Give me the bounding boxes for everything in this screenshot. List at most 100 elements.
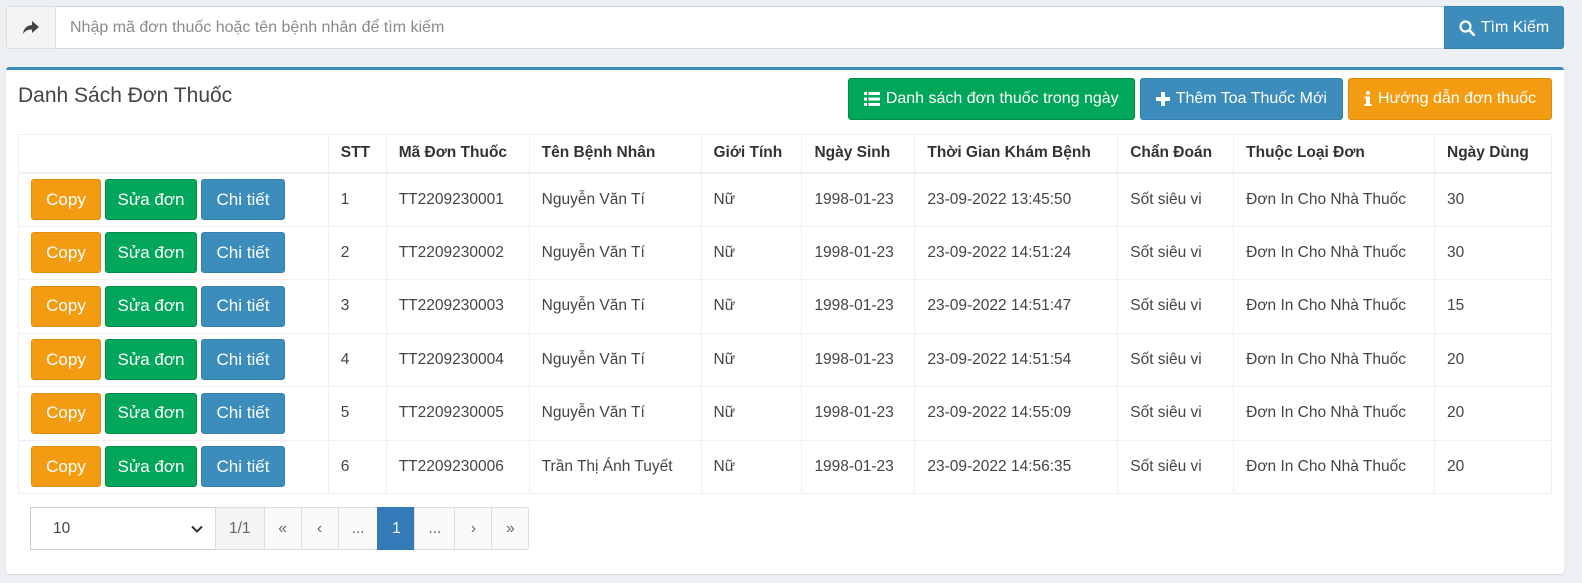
cell-exam-time: 23-09-2022 13:45:50 xyxy=(914,172,1119,227)
cell-stt: 2 xyxy=(327,225,387,280)
column-header-gender: Giới Tính xyxy=(700,134,803,174)
cell-type: Đơn In Cho Nhà Thuốc xyxy=(1233,332,1436,387)
cell-exam-time: 23-09-2022 14:51:24 xyxy=(914,225,1119,280)
column-header-actions xyxy=(18,134,329,174)
table-row: Copy Sửa đơn Chi tiết 1 TT2209230001 Ngu… xyxy=(18,172,1552,227)
detail-button[interactable]: Chi tiết xyxy=(201,179,285,220)
cell-days: 20 xyxy=(1434,439,1552,494)
cell-exam-time: 23-09-2022 14:56:35 xyxy=(914,439,1119,494)
chevron-down-icon xyxy=(191,525,203,533)
table-row: Copy Sửa đơn Chi tiết 5 TT2209230005 Ngu… xyxy=(18,386,1552,441)
pagination: 10 1/1 « ‹ ... 1 ... › » xyxy=(30,507,530,550)
copy-button[interactable]: Copy xyxy=(31,232,101,274)
cell-patient-name: Nguyễn Văn Tí xyxy=(528,332,702,387)
today-list-button[interactable]: Danh sách đơn thuốc trong ngày xyxy=(847,78,1135,120)
copy-button[interactable]: Copy xyxy=(31,339,101,381)
cell-code: TT2209230003 xyxy=(385,279,530,334)
plus-icon xyxy=(1155,92,1170,106)
cell-diagnosis: Sốt siêu vi xyxy=(1117,172,1235,227)
info-icon xyxy=(1364,91,1372,106)
add-prescription-label: Thêm Toa Thuốc Mới xyxy=(1175,90,1327,107)
cell-dob: 1998-01-23 xyxy=(801,439,916,494)
detail-button[interactable]: Chi tiết xyxy=(201,232,285,274)
ellipsis-left[interactable]: ... xyxy=(337,507,379,550)
share-button[interactable] xyxy=(6,6,56,49)
copy-button[interactable]: Copy xyxy=(31,392,101,434)
detail-button[interactable]: Chi tiết xyxy=(201,446,285,488)
cell-gender: Nữ xyxy=(700,225,803,280)
column-header-dob: Ngày Sinh xyxy=(801,134,916,174)
prev-page-button[interactable]: ‹ xyxy=(300,507,339,550)
edit-button[interactable]: Sửa đơn xyxy=(105,339,197,381)
last-page-button[interactable]: » xyxy=(491,507,530,550)
detail-button[interactable]: Chi tiết xyxy=(201,285,285,327)
cell-patient-name: Nguyễn Văn Tí xyxy=(528,172,702,227)
column-header-stt: STT xyxy=(327,134,387,174)
cell-stt: 6 xyxy=(327,439,387,494)
column-header-days: Ngày Dùng xyxy=(1434,134,1552,174)
prescription-list-box: Danh Sách Đơn Thuốc Danh sách đơn thuốc … xyxy=(6,67,1564,574)
page-links: 1/1 « ‹ ... 1 ... › » xyxy=(215,507,530,550)
cell-type: Đơn In Cho Nhà Thuốc xyxy=(1233,225,1436,280)
ellipsis-right[interactable]: ... xyxy=(414,507,456,550)
detail-button[interactable]: Chi tiết xyxy=(201,392,285,434)
edit-button[interactable]: Sửa đơn xyxy=(105,392,197,434)
column-header-type: Thuộc Loại Đơn xyxy=(1233,134,1436,174)
cell-dob: 1998-01-23 xyxy=(801,386,916,441)
next-page-button[interactable]: › xyxy=(454,507,493,550)
share-icon xyxy=(23,20,39,34)
guide-button[interactable]: Hướng dẫn đơn thuốc xyxy=(1347,78,1552,120)
search-bar: Tìm Kiếm xyxy=(6,6,1564,49)
table-row: Copy Sửa đơn Chi tiết 3 TT2209230003 Ngu… xyxy=(18,279,1552,334)
edit-button[interactable]: Sửa đơn xyxy=(105,179,197,220)
table-row: Copy Sửa đơn Chi tiết 6 TT2209230006 Trầ… xyxy=(18,439,1552,494)
page-size-select[interactable]: 10 xyxy=(30,507,216,550)
page-info: 1/1 xyxy=(215,507,265,550)
cell-code: TT2209230001 xyxy=(385,172,530,227)
copy-button[interactable]: Copy xyxy=(31,285,101,327)
first-page-button[interactable]: « xyxy=(263,507,302,550)
search-input[interactable] xyxy=(56,6,1444,49)
cell-dob: 1998-01-23 xyxy=(801,172,916,227)
cell-gender: Nữ xyxy=(700,386,803,441)
page-size-value: 10 xyxy=(53,519,71,537)
table-header-row: STT Mã Đơn Thuốc Tên Bệnh Nhân Giới Tính… xyxy=(18,134,1552,174)
cell-gender: Nữ xyxy=(700,172,803,227)
prescription-table: STT Mã Đơn Thuốc Tên Bệnh Nhân Giới Tính… xyxy=(18,134,1552,494)
cell-patient-name: Nguyễn Văn Tí xyxy=(528,279,702,334)
cell-code: TT2209230006 xyxy=(385,439,530,494)
column-header-patient-name: Tên Bệnh Nhân xyxy=(528,134,702,174)
cell-type: Đơn In Cho Nhà Thuốc xyxy=(1233,172,1436,227)
cell-gender: Nữ xyxy=(700,439,803,494)
edit-button[interactable]: Sửa đơn xyxy=(105,285,197,327)
copy-button[interactable]: Copy xyxy=(31,179,101,220)
cell-exam-time: 23-09-2022 14:51:54 xyxy=(914,332,1119,387)
cell-dob: 1998-01-23 xyxy=(801,225,916,280)
cell-stt: 5 xyxy=(327,386,387,441)
cell-diagnosis: Sốt siêu vi xyxy=(1117,439,1235,494)
cell-days: 30 xyxy=(1434,225,1552,280)
cell-diagnosis: Sốt siêu vi xyxy=(1117,386,1235,441)
cell-code: TT2209230005 xyxy=(385,386,530,441)
add-prescription-button[interactable]: Thêm Toa Thuốc Mới xyxy=(1139,78,1343,120)
detail-button[interactable]: Chi tiết xyxy=(201,339,285,381)
list-icon xyxy=(863,92,880,106)
table-row: Copy Sửa đơn Chi tiết 2 TT2209230002 Ngu… xyxy=(18,225,1552,280)
cell-dob: 1998-01-23 xyxy=(801,332,916,387)
table-row: Copy Sửa đơn Chi tiết 4 TT2209230004 Ngu… xyxy=(18,332,1552,387)
search-button[interactable]: Tìm Kiếm xyxy=(1444,6,1564,49)
today-list-label: Danh sách đơn thuốc trong ngày xyxy=(885,90,1119,107)
cell-diagnosis: Sốt siêu vi xyxy=(1117,332,1235,387)
cell-stt: 3 xyxy=(327,279,387,334)
box-tools: Danh sách đơn thuốc trong ngày Thêm Toa … xyxy=(847,78,1552,120)
copy-button[interactable]: Copy xyxy=(31,446,101,488)
cell-days: 15 xyxy=(1434,279,1552,334)
cell-exam-time: 23-09-2022 14:55:09 xyxy=(914,386,1119,441)
cell-gender: Nữ xyxy=(700,279,803,334)
page-1-button[interactable]: 1 xyxy=(377,507,416,550)
column-header-exam-time: Thời Gian Khám Bệnh xyxy=(914,134,1119,174)
cell-days: 20 xyxy=(1434,332,1552,387)
edit-button[interactable]: Sửa đơn xyxy=(105,446,197,488)
search-button-label: Tìm Kiếm xyxy=(1480,18,1550,36)
edit-button[interactable]: Sửa đơn xyxy=(105,232,197,274)
